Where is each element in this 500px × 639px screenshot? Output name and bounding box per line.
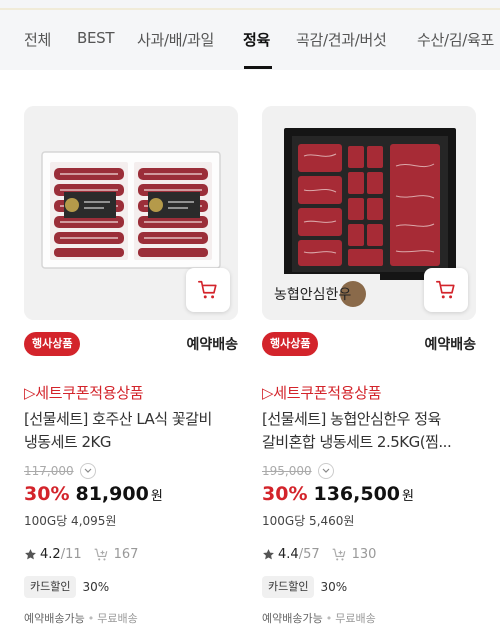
rating-row: 4.2 / 11 167 [24,547,138,562]
currency-unit: 원 [150,489,163,504]
brand-logo: 농협안심한우 [274,287,352,303]
free-shipping: 무료배송 [335,612,376,625]
card-discount-tag: 카드할인 [262,576,315,598]
shipping-info: 예약배송가능 • 무료배송 [24,612,138,625]
product-card[interactable]: 행사상품 예약배송 ▷세트쿠폰적용상품 [선물세트] 호주산 LA식 꽃갈비 냉… [24,106,238,625]
tab-dried-goods[interactable]: 곡감/견과/버섯 [296,29,387,50]
card-discount-tag: 카드할인 [24,576,77,598]
original-price-row: 195,000 [262,462,334,480]
badge-row: 행사상품 예약배송 [262,332,476,356]
discount-rate: 30% [24,483,70,505]
product-title[interactable]: [선물세트] 농협안심한우 정육 갈비혼합 냉동세트 2.5KG(찜... [262,408,476,454]
sale-price: 136,500 [313,483,401,505]
star-icon [263,549,274,560]
card-discount-rate: 30% [82,580,110,594]
original-price: 195,000 [262,464,312,478]
price-detail-toggle[interactable] [79,463,96,479]
chevron-down-icon [84,468,92,473]
active-tab-indicator [244,66,272,69]
rating-value: 4.2 [40,547,61,562]
product-title-line2: 냉동세트 2KG [24,433,111,451]
product-image[interactable] [24,106,238,320]
card-discount-rate: 30% [320,580,348,594]
currency-unit: 원 [402,489,414,504]
price-row: 30% 81,900 원 [24,483,163,505]
tab-meat[interactable]: 정육 [243,29,270,50]
tab-best[interactable]: BEST [77,29,115,47]
delivery-type: 예약배송 [186,337,238,353]
tab-all[interactable]: 전체 [24,29,51,50]
top-band [0,0,500,10]
cart-add-count: 167 [113,547,139,562]
cart-plus-icon [94,547,111,562]
discount-rate: 30% [262,483,308,505]
chevron-down-icon [322,468,330,473]
shipping-info: 예약배송가능 • 무료배송 [262,612,376,625]
coupon-label[interactable]: ▷세트쿠폰적용상품 [262,382,382,403]
rating-value: 4.4 [278,547,299,562]
badge-row: 행사상품 예약배송 [24,332,238,356]
product-title[interactable]: [선물세트] 호주산 LA식 꽃갈비 냉동세트 2KG [24,408,238,454]
shipping-availability: 예약배송가능 [262,612,323,625]
original-price-row: 117,000 [24,462,96,480]
card-discount-row: 카드할인 30% [262,576,347,598]
product-title-line2: 갈비혼합 냉동세트 2.5KG(찜... [262,433,452,451]
star-icon [25,549,36,560]
cart-plus-icon [332,547,349,562]
product-card[interactable]: 농협안심한우 행사상품 예약배송 ▷세트쿠폰적용상품 [선물세트] 농협안심한우… [262,106,476,625]
free-shipping: 무료배송 [97,612,138,625]
review-count: 57 [303,547,320,562]
cart-icon [436,280,455,299]
tab-fruit[interactable]: 사과/배/과일 [137,29,214,50]
cart-add-count: 130 [351,547,377,562]
card-discount-row: 카드할인 30% [24,576,109,598]
add-to-cart-button[interactable] [186,268,230,312]
event-badge: 행사상품 [262,332,319,356]
rating-row: 4.4 / 57 130 [262,547,376,562]
product-title-line1: [선물세트] 호주산 LA식 꽃갈비 [24,410,212,428]
coupon-label[interactable]: ▷세트쿠폰적용상품 [24,382,144,403]
tab-seafood[interactable]: 수산/김/육포 [417,29,494,50]
price-detail-toggle[interactable] [317,463,334,479]
sale-price: 81,900 [75,483,149,505]
price-row: 30% 136,500 원 [262,483,414,505]
event-badge: 행사상품 [24,332,81,356]
product-title-line1: [선물세트] 농협안심한우 정육 [262,410,441,428]
original-price: 117,000 [24,464,74,478]
review-count: 11 [65,547,82,562]
add-to-cart-button[interactable] [424,268,468,312]
product-image[interactable]: 농협안심한우 [262,106,476,320]
unit-price: 100G당 5,460원 [262,514,355,528]
delivery-type: 예약배송 [424,337,476,353]
cart-icon [198,280,217,299]
category-tabs: 전체 BEST 사과/배/과일 정육 곡감/견과/버섯 수산/김/육포 [0,10,500,70]
shipping-availability: 예약배송가능 [24,612,85,625]
unit-price: 100G당 4,095원 [24,514,117,528]
